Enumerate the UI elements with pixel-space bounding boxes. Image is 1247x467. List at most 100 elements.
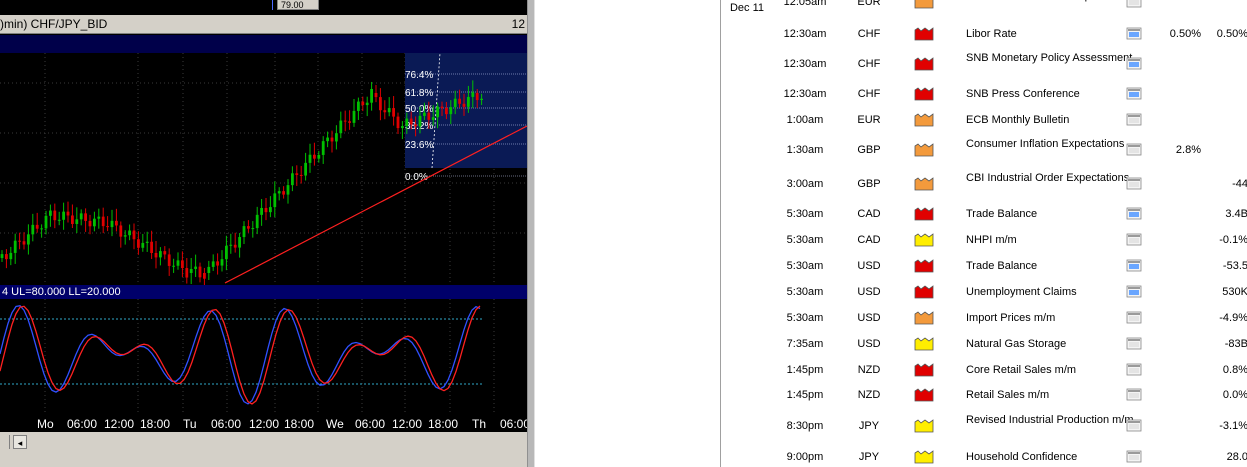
detail-doc-icon[interactable] [1126, 177, 1142, 193]
calendar-row[interactable]: 5:30am USD Unemployment Claims 530K [721, 280, 1247, 306]
event-title[interactable]: SNB Press Conference [966, 88, 1141, 101]
impact-folder-svg [914, 207, 934, 221]
candle-body [84, 213, 87, 221]
detail-doc-icon[interactable] [1126, 450, 1142, 466]
event-title[interactable]: SNB Monetary Policy Assessment [966, 52, 1141, 65]
calendar-row[interactable]: 1:00am EUR ECB Monthly Bulletin [721, 108, 1247, 134]
calendar-row[interactable]: 5:30am CAD Trade Balance 3.4B [721, 202, 1247, 228]
candle-body [66, 211, 70, 216]
event-title[interactable]: Trade Balance [966, 208, 1141, 221]
impact-folder-svg [914, 177, 934, 191]
event-title[interactable]: ECB President Trichet Speaks [966, 0, 1141, 3]
event-title[interactable]: Natural Gas Storage [966, 338, 1141, 351]
impact-folder-svg [914, 311, 934, 325]
detail-doc-icon[interactable] [1126, 337, 1142, 353]
candle-body [480, 98, 483, 101]
stochastic-d-line [0, 305, 481, 405]
fibonacci-retracement[interactable]: 76.4%61.8%50.0%38.2%23.6%0.0% [405, 53, 527, 183]
document-svg [1126, 233, 1142, 246]
impact-folder-svg [914, 87, 934, 101]
calendar-row[interactable]: 7:35am USD Natural Gas Storage -83B [721, 332, 1247, 358]
candle-body [299, 174, 303, 176]
candle-body [273, 193, 277, 208]
chart-header-strip [0, 35, 527, 53]
impact-folder-svg [914, 143, 934, 157]
event-title[interactable]: NHPI m/m [966, 234, 1141, 247]
detail-doc-icon[interactable] [1126, 233, 1142, 249]
event-title[interactable]: Consumer Inflation Expectations [966, 138, 1141, 151]
candle-body [194, 266, 197, 269]
detail-doc-icon[interactable] [1126, 388, 1142, 404]
currency-cell: CAD [857, 208, 881, 220]
oscillator-grid [44, 299, 495, 414]
calendar-row[interactable]: 9:00pm JPY Household Confidence 28.0 [721, 446, 1247, 467]
candle-body [383, 110, 387, 113]
time-cell: 3:00am [786, 178, 824, 190]
stochastic-oscillator-plot[interactable] [0, 299, 527, 414]
calendar-row[interactable]: 12:30am CHF SNB Monetary Policy Assessment [721, 48, 1247, 82]
detail-doc-icon[interactable] [1126, 113, 1142, 129]
currency-cell: CHF [857, 28, 881, 40]
event-title[interactable]: Household Confidence [966, 451, 1141, 464]
candle-body [445, 107, 448, 115]
chart-title-bar[interactable]: )min) CHF/JPY_BID 12 [0, 15, 527, 34]
detail-doc-icon[interactable] [1126, 363, 1142, 379]
window-splitter[interactable] [527, 0, 535, 467]
detail-doc-icon[interactable] [1126, 143, 1142, 159]
calendar-row[interactable]: 8:30pm JPY Revised Industrial Production m… [721, 408, 1247, 446]
detail-doc-icon[interactable] [1126, 87, 1142, 103]
calendar-row[interactable]: 3:00am GBP CBI Industrial Order Expectatio… [721, 168, 1247, 202]
date-cell [721, 445, 773, 457]
calendar-row[interactable]: 5:30am USD Import Prices m/m -4.9% [721, 306, 1247, 332]
event-title[interactable]: Import Prices m/m [966, 312, 1141, 325]
detail-doc-icon[interactable] [1126, 207, 1142, 223]
event-title[interactable]: Retail Sales m/m [966, 389, 1141, 402]
scroll-left-button[interactable]: ◂ [13, 435, 27, 449]
event-title[interactable]: Revised Industrial Production m/m [966, 414, 1141, 427]
actual-cell: 0.50% [1169, 28, 1201, 40]
detail-doc-icon[interactable] [1126, 0, 1142, 11]
time-axis-label: 12:00 [249, 417, 280, 431]
calendar-row[interactable]: 12:30am CHF SNB Press Conference [721, 82, 1247, 108]
event-title[interactable]: Libor Rate [966, 28, 1141, 41]
calendar-row[interactable]: 1:45pm NZD Core Retail Sales m/m 0.8% [721, 358, 1247, 384]
candlestick-plot[interactable]: 76.4%61.8%50.0%38.2%23.6%0.0% [0, 53, 527, 285]
detail-doc-icon[interactable] [1126, 57, 1142, 73]
calendar-row[interactable]: 5:30am USD Trade Balance -53.5 [721, 254, 1247, 280]
chart-scrollbar[interactable]: ◂ [0, 432, 527, 452]
forecast-cell: 0.50% [1216, 28, 1247, 40]
document-svg [1126, 0, 1142, 8]
currency-cell: CHF [857, 58, 881, 70]
event-title[interactable]: ECB Monthly Bulletin [966, 114, 1141, 127]
calendar-row[interactable]: 12:30am CHF Libor Rate 0.50% 0.50% [721, 22, 1247, 48]
calendar-row[interactable]: 1:30am GBP Consumer Inflation Expectations… [721, 134, 1247, 168]
event-title[interactable]: CBI Industrial Order Expectations [966, 172, 1141, 185]
detail-doc-icon[interactable] [1126, 419, 1142, 435]
candle-body [313, 154, 316, 159]
candle-body [220, 259, 224, 266]
detail-doc-icon[interactable] [1126, 311, 1142, 327]
date-cell [721, 306, 773, 318]
candle-body [471, 92, 475, 97]
candle-body [343, 120, 347, 122]
actual-cell: 2.8% [1175, 144, 1201, 156]
event-title[interactable]: Core Retail Sales m/m [966, 364, 1141, 377]
price-chart-window[interactable]: 79.00 )min) CHF/JPY_BID 12 76.4% 61.8% 50.… [0, 0, 527, 467]
calendar-row[interactable]: ThuDec 11 12:05am EUR ECB President Trichet… [721, 0, 1247, 14]
event-title[interactable]: Unemployment Claims [966, 286, 1141, 299]
forecast-cell: -53.5 [1222, 260, 1247, 272]
currency-cell: CAD [857, 234, 881, 246]
detail-doc-icon[interactable] [1126, 285, 1142, 301]
time-axis-label: 18:00 [284, 417, 315, 431]
top-value-field[interactable]: 79.00 [277, 0, 319, 10]
candle-body [9, 252, 13, 260]
event-title[interactable]: Trade Balance [966, 260, 1141, 273]
calendar-row[interactable]: 1:45pm NZD Retail Sales m/m 0.0% [721, 384, 1247, 408]
top-toolbar-strip [0, 0, 527, 15]
detail-doc-icon[interactable] [1126, 27, 1142, 43]
candle-body [238, 237, 241, 248]
candle-body [13, 240, 17, 253]
detail-doc-icon[interactable] [1126, 259, 1142, 275]
calendar-row[interactable]: 5:30am CAD NHPI m/m -0.1% [721, 228, 1247, 254]
candle-body [396, 116, 400, 129]
